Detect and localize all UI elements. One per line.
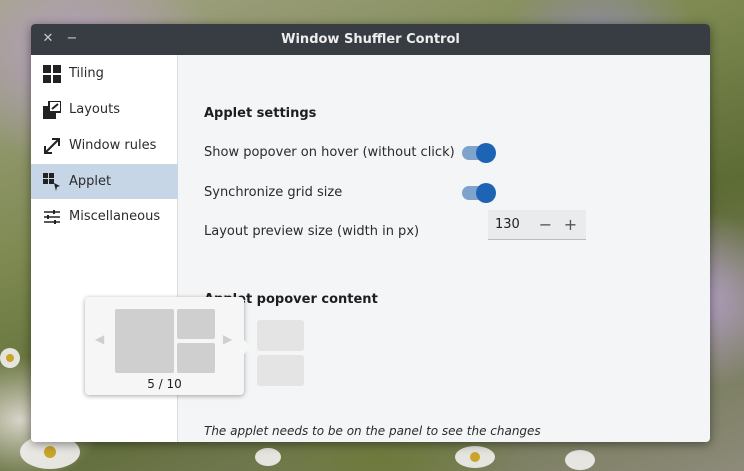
main-content: Applet settings Show popover on hover (w… <box>179 55 710 442</box>
prev-arrow-icon[interactable]: ◀ <box>95 332 104 346</box>
preview-ghost-cell <box>257 355 304 386</box>
sliders-icon <box>42 207 62 227</box>
preview-size-label: Layout preview size (width in px) <box>204 224 420 239</box>
titlebar: ✕ − Window Shuffler Control <box>31 24 710 55</box>
applet-settings-title: Applet settings <box>204 106 317 121</box>
layout-counter: 5 / 10 <box>147 377 182 391</box>
tiling-icon <box>42 64 62 84</box>
panel-note: The applet needs to be on the panel to s… <box>204 424 541 438</box>
preview-size-stepper[interactable]: 130 − + <box>488 210 586 240</box>
sync-grid-toggle[interactable] <box>462 183 496 203</box>
sidebar-item-applet[interactable]: Applet <box>31 164 178 199</box>
sidebar-item-tiling[interactable]: Tiling <box>31 56 178 91</box>
sidebar-item-miscellaneous[interactable]: Miscellaneous <box>31 199 178 234</box>
show-popover-label: Show popover on hover (without click) <box>204 145 455 160</box>
preview-size-value[interactable]: 130 <box>488 217 533 232</box>
applet-icon <box>42 172 62 192</box>
window-rules-icon <box>42 136 62 156</box>
sidebar-item-label: Miscellaneous <box>69 209 161 224</box>
toggle-knob <box>476 183 496 203</box>
increment-button[interactable]: + <box>558 215 583 234</box>
layout-cell <box>177 343 215 373</box>
sync-grid-label: Synchronize grid size <box>204 185 343 200</box>
preview-ghost-cell <box>257 320 304 351</box>
popover-arrow <box>243 339 251 355</box>
sidebar-item-label: Layouts <box>69 102 120 117</box>
show-popover-toggle[interactable] <box>462 143 496 163</box>
sidebar-item-layouts[interactable]: Layouts <box>31 92 178 127</box>
sidebar-item-window-rules[interactable]: Window rules <box>31 128 178 163</box>
sidebar-item-label: Applet <box>69 174 112 189</box>
decrement-button[interactable]: − <box>533 215 558 234</box>
toggle-knob <box>476 143 496 163</box>
window-title: Window Shuffler Control <box>281 32 460 47</box>
next-arrow-icon[interactable]: ▶ <box>223 332 232 346</box>
layout-cell <box>115 309 174 373</box>
applet-popover-preview: ◀ ▶ 5 / 10 <box>85 297 251 395</box>
layout-cell <box>177 309 215 339</box>
sidebar-item-label: Tiling <box>69 66 104 81</box>
layouts-icon <box>42 100 62 120</box>
sidebar-item-label: Window rules <box>69 138 157 153</box>
